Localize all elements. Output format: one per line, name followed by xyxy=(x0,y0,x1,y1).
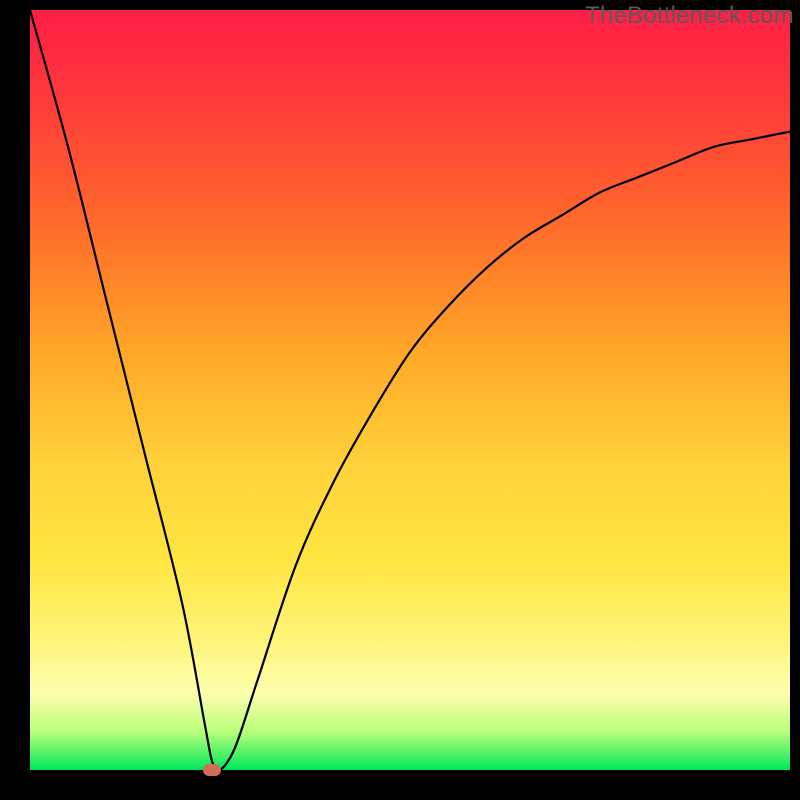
optimum-marker xyxy=(203,764,221,776)
watermark-text: TheBottleneck.com xyxy=(585,2,794,30)
bottleneck-curve xyxy=(30,10,790,770)
plot-area xyxy=(30,10,790,770)
curve-path xyxy=(30,10,790,770)
chart-frame: TheBottleneck.com xyxy=(0,0,800,800)
